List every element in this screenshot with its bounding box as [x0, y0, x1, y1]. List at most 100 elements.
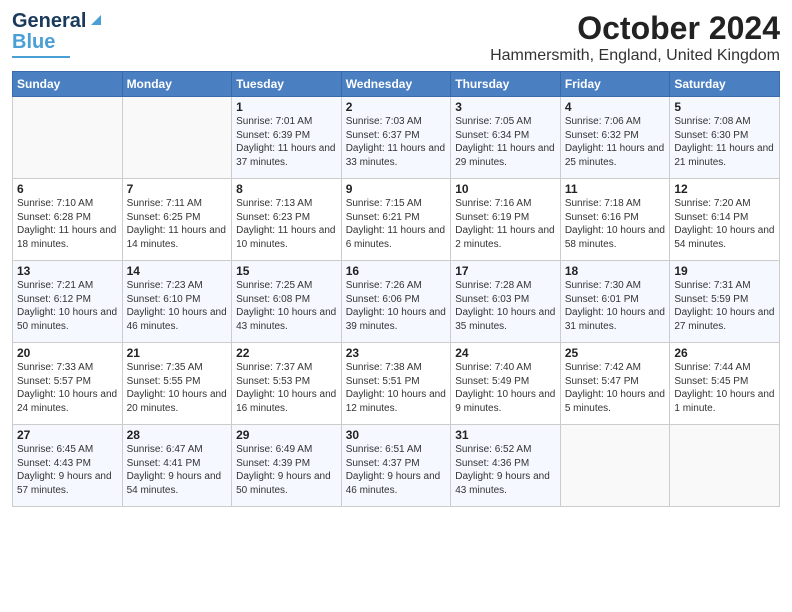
col-monday: Monday [122, 72, 232, 97]
calendar-cell: 11Sunrise: 7:18 AM Sunset: 6:16 PM Dayli… [560, 179, 670, 261]
cell-day-number: 10 [455, 182, 556, 196]
calendar-cell: 22Sunrise: 7:37 AM Sunset: 5:53 PM Dayli… [232, 343, 342, 425]
cell-day-number: 11 [565, 182, 666, 196]
cell-info: Sunrise: 7:21 AM Sunset: 6:12 PM Dayligh… [17, 279, 118, 333]
calendar-cell: 5Sunrise: 7:08 AM Sunset: 6:30 PM Daylig… [670, 97, 780, 179]
calendar-cell: 6Sunrise: 7:10 AM Sunset: 6:28 PM Daylig… [13, 179, 123, 261]
cell-info: Sunrise: 7:05 AM Sunset: 6:34 PM Dayligh… [455, 115, 556, 169]
cell-info: Sunrise: 7:26 AM Sunset: 6:06 PM Dayligh… [346, 279, 447, 333]
calendar-title: October 2024 [490, 10, 780, 47]
cell-info: Sunrise: 6:45 AM Sunset: 4:43 PM Dayligh… [17, 443, 118, 497]
cell-info: Sunrise: 7:37 AM Sunset: 5:53 PM Dayligh… [236, 361, 337, 415]
col-friday: Friday [560, 72, 670, 97]
calendar-week-1: 1Sunrise: 7:01 AM Sunset: 6:39 PM Daylig… [13, 97, 780, 179]
cell-info: Sunrise: 7:06 AM Sunset: 6:32 PM Dayligh… [565, 115, 666, 169]
cell-info: Sunrise: 6:52 AM Sunset: 4:36 PM Dayligh… [455, 443, 556, 497]
cell-info: Sunrise: 7:18 AM Sunset: 6:16 PM Dayligh… [565, 197, 666, 251]
calendar-week-5: 27Sunrise: 6:45 AM Sunset: 4:43 PM Dayli… [13, 425, 780, 507]
cell-day-number: 21 [127, 346, 228, 360]
cell-day-number: 31 [455, 428, 556, 442]
cell-info: Sunrise: 7:42 AM Sunset: 5:47 PM Dayligh… [565, 361, 666, 415]
cell-day-number: 22 [236, 346, 337, 360]
cell-info: Sunrise: 7:20 AM Sunset: 6:14 PM Dayligh… [674, 197, 775, 251]
cell-info: Sunrise: 7:15 AM Sunset: 6:21 PM Dayligh… [346, 197, 447, 251]
calendar-cell [560, 425, 670, 507]
cell-info: Sunrise: 7:35 AM Sunset: 5:55 PM Dayligh… [127, 361, 228, 415]
calendar-cell: 25Sunrise: 7:42 AM Sunset: 5:47 PM Dayli… [560, 343, 670, 425]
calendar-cell: 7Sunrise: 7:11 AM Sunset: 6:25 PM Daylig… [122, 179, 232, 261]
cell-day-number: 24 [455, 346, 556, 360]
cell-day-number: 27 [17, 428, 118, 442]
cell-day-number: 3 [455, 100, 556, 114]
cell-day-number: 17 [455, 264, 556, 278]
calendar-cell: 16Sunrise: 7:26 AM Sunset: 6:06 PM Dayli… [341, 261, 451, 343]
calendar-cell: 23Sunrise: 7:38 AM Sunset: 5:51 PM Dayli… [341, 343, 451, 425]
cell-day-number: 14 [127, 264, 228, 278]
calendar-cell: 2Sunrise: 7:03 AM Sunset: 6:37 PM Daylig… [341, 97, 451, 179]
header: General Blue October 2024 Hammersmith, E… [12, 10, 780, 65]
cell-day-number: 9 [346, 182, 447, 196]
cell-day-number: 28 [127, 428, 228, 442]
calendar-cell: 26Sunrise: 7:44 AM Sunset: 5:45 PM Dayli… [670, 343, 780, 425]
cell-info: Sunrise: 7:10 AM Sunset: 6:28 PM Dayligh… [17, 197, 118, 251]
cell-info: Sunrise: 7:08 AM Sunset: 6:30 PM Dayligh… [674, 115, 775, 169]
calendar-cell: 15Sunrise: 7:25 AM Sunset: 6:08 PM Dayli… [232, 261, 342, 343]
cell-info: Sunrise: 6:49 AM Sunset: 4:39 PM Dayligh… [236, 443, 337, 497]
cell-day-number: 4 [565, 100, 666, 114]
cell-info: Sunrise: 7:40 AM Sunset: 5:49 PM Dayligh… [455, 361, 556, 415]
cell-info: Sunrise: 7:16 AM Sunset: 6:19 PM Dayligh… [455, 197, 556, 251]
cell-info: Sunrise: 7:31 AM Sunset: 5:59 PM Dayligh… [674, 279, 775, 333]
cell-day-number: 2 [346, 100, 447, 114]
col-thursday: Thursday [451, 72, 561, 97]
cell-day-number: 6 [17, 182, 118, 196]
calendar-subtitle: Hammersmith, England, United Kingdom [490, 47, 780, 65]
calendar-cell: 24Sunrise: 7:40 AM Sunset: 5:49 PM Dayli… [451, 343, 561, 425]
cell-day-number: 30 [346, 428, 447, 442]
logo-general: General [12, 10, 86, 33]
cell-day-number: 13 [17, 264, 118, 278]
col-wednesday: Wednesday [341, 72, 451, 97]
calendar-cell: 30Sunrise: 6:51 AM Sunset: 4:37 PM Dayli… [341, 425, 451, 507]
page: General Blue October 2024 Hammersmith, E… [0, 0, 792, 612]
calendar-cell: 10Sunrise: 7:16 AM Sunset: 6:19 PM Dayli… [451, 179, 561, 261]
cell-info: Sunrise: 6:47 AM Sunset: 4:41 PM Dayligh… [127, 443, 228, 497]
cell-info: Sunrise: 7:13 AM Sunset: 6:23 PM Dayligh… [236, 197, 337, 251]
cell-info: Sunrise: 7:01 AM Sunset: 6:39 PM Dayligh… [236, 115, 337, 169]
calendar-cell: 3Sunrise: 7:05 AM Sunset: 6:34 PM Daylig… [451, 97, 561, 179]
calendar-cell: 9Sunrise: 7:15 AM Sunset: 6:21 PM Daylig… [341, 179, 451, 261]
title-block: October 2024 Hammersmith, England, Unite… [490, 10, 780, 65]
cell-info: Sunrise: 7:25 AM Sunset: 6:08 PM Dayligh… [236, 279, 337, 333]
calendar-cell: 1Sunrise: 7:01 AM Sunset: 6:39 PM Daylig… [232, 97, 342, 179]
calendar-week-2: 6Sunrise: 7:10 AM Sunset: 6:28 PM Daylig… [13, 179, 780, 261]
calendar-cell [670, 425, 780, 507]
cell-info: Sunrise: 7:28 AM Sunset: 6:03 PM Dayligh… [455, 279, 556, 333]
cell-day-number: 1 [236, 100, 337, 114]
logo: General Blue [12, 10, 105, 58]
calendar-cell: 12Sunrise: 7:20 AM Sunset: 6:14 PM Dayli… [670, 179, 780, 261]
cell-info: Sunrise: 7:38 AM Sunset: 5:51 PM Dayligh… [346, 361, 447, 415]
col-tuesday: Tuesday [232, 72, 342, 97]
calendar-cell: 27Sunrise: 6:45 AM Sunset: 4:43 PM Dayli… [13, 425, 123, 507]
cell-day-number: 18 [565, 264, 666, 278]
col-saturday: Saturday [670, 72, 780, 97]
calendar-cell: 4Sunrise: 7:06 AM Sunset: 6:32 PM Daylig… [560, 97, 670, 179]
cell-day-number: 5 [674, 100, 775, 114]
cell-day-number: 8 [236, 182, 337, 196]
cell-info: Sunrise: 7:11 AM Sunset: 6:25 PM Dayligh… [127, 197, 228, 251]
calendar-cell: 17Sunrise: 7:28 AM Sunset: 6:03 PM Dayli… [451, 261, 561, 343]
cell-day-number: 20 [17, 346, 118, 360]
cell-info: Sunrise: 7:33 AM Sunset: 5:57 PM Dayligh… [17, 361, 118, 415]
cell-day-number: 25 [565, 346, 666, 360]
calendar-table: Sunday Monday Tuesday Wednesday Thursday… [12, 71, 780, 507]
calendar-header-row: Sunday Monday Tuesday Wednesday Thursday… [13, 72, 780, 97]
cell-day-number: 29 [236, 428, 337, 442]
calendar-cell: 20Sunrise: 7:33 AM Sunset: 5:57 PM Dayli… [13, 343, 123, 425]
cell-info: Sunrise: 7:23 AM Sunset: 6:10 PM Dayligh… [127, 279, 228, 333]
calendar-cell: 31Sunrise: 6:52 AM Sunset: 4:36 PM Dayli… [451, 425, 561, 507]
calendar-cell: 19Sunrise: 7:31 AM Sunset: 5:59 PM Dayli… [670, 261, 780, 343]
cell-info: Sunrise: 7:30 AM Sunset: 6:01 PM Dayligh… [565, 279, 666, 333]
calendar-cell: 18Sunrise: 7:30 AM Sunset: 6:01 PM Dayli… [560, 261, 670, 343]
calendar-week-3: 13Sunrise: 7:21 AM Sunset: 6:12 PM Dayli… [13, 261, 780, 343]
logo-blue: Blue [12, 31, 55, 54]
cell-day-number: 12 [674, 182, 775, 196]
